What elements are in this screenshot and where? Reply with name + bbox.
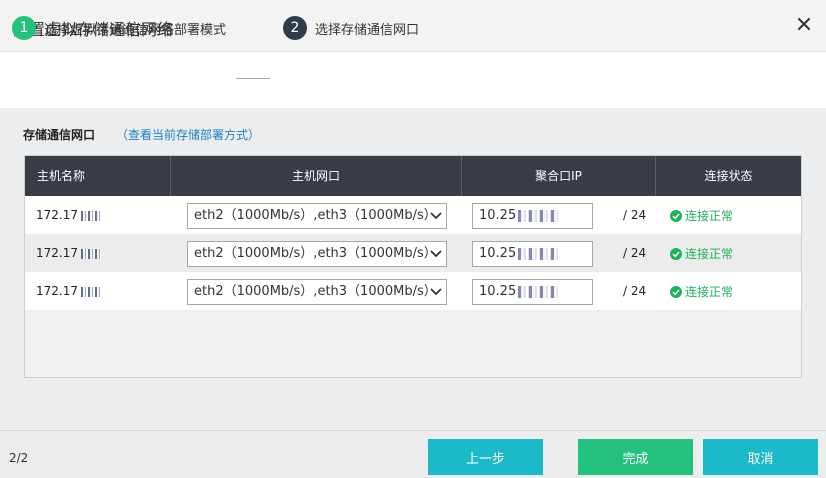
connection-status: 连接正常 (670, 245, 733, 262)
previous-step-button[interactable]: 上一步 (428, 439, 543, 475)
port-select[interactable]: eth2（1000Mb/s）,eth3（1000Mb/s） (187, 203, 447, 229)
page-indicator: 2/2 (9, 451, 29, 465)
ip-input[interactable]: 10.25 (472, 203, 593, 229)
connection-status: 连接正常 (670, 207, 733, 224)
chevron-down-icon (430, 288, 442, 296)
table-row: 172.17 eth2（1000Mb/s）,eth3（1000Mb/s） 10.… (25, 234, 801, 272)
table-row: 172.17 eth2（1000Mb/s）,eth3（1000Mb/s） 10.… (25, 196, 801, 234)
finish-button[interactable]: 完成 (578, 439, 693, 475)
chevron-down-icon (430, 212, 442, 220)
stepper (0, 52, 826, 108)
step-2: 2 选择存储通信网口 (283, 16, 419, 40)
redacted-mark (518, 247, 559, 260)
redacted-mark (81, 248, 101, 259)
ip-input[interactable]: 10.25 (472, 279, 593, 305)
check-circle-icon (670, 247, 682, 260)
host-name: 172.17 (36, 246, 101, 260)
port-select[interactable]: eth2（1000Mb/s）,eth3（1000Mb/s） (187, 241, 447, 267)
redacted-mark (518, 209, 559, 222)
redacted-mark (81, 286, 101, 297)
host-name: 172.17 (36, 284, 101, 298)
step-2-label: 选择存储通信网口 (315, 22, 420, 38)
column-header-ip: 聚合口IP (462, 156, 656, 196)
step-1-number: 1 (12, 16, 36, 40)
column-header-ports: 主机网口 (171, 156, 462, 196)
subnet-mask: / 24 (623, 208, 647, 222)
table-header: 主机名称 主机网口 聚合口IP 连接状态 (25, 156, 801, 196)
close-icon[interactable] (796, 16, 812, 32)
column-header-host: 主机名称 (25, 156, 171, 196)
ip-input[interactable]: 10.25 (472, 241, 593, 267)
connection-status: 连接正常 (670, 283, 733, 300)
ports-table: 主机名称 主机网口 聚合口IP 连接状态 172.17 eth2（1000Mb/… (24, 155, 802, 378)
dialog: 配置虚拟存储通信网络 1 选择虚拟存储通信网络部署模式 2 选择存储通信网口 存… (0, 0, 826, 478)
check-circle-icon (670, 209, 682, 222)
step-1: 1 选择虚拟存储通信网络部署模式 (12, 16, 226, 40)
subnet-mask: / 24 (623, 284, 647, 298)
check-circle-icon (670, 285, 682, 298)
port-select[interactable]: eth2（1000Mb/s）,eth3（1000Mb/s） (187, 279, 447, 305)
step-1-label: 选择虚拟存储通信网络部署模式 (44, 22, 227, 38)
view-deploy-mode-link[interactable]: （查看当前存储部署方式） (116, 127, 260, 143)
table-row: 172.17 eth2（1000Mb/s）,eth3（1000Mb/s） 10.… (25, 272, 801, 310)
cancel-button[interactable]: 取消 (703, 439, 818, 475)
redacted-mark (518, 285, 559, 298)
section-title: 存储通信网口 (23, 128, 96, 142)
dialog-footer: 2/2 上一步 完成 取消 (0, 430, 826, 478)
step-connector (236, 78, 270, 79)
host-name: 172.17 (36, 208, 101, 222)
redacted-mark (81, 210, 101, 221)
step-2-number: 2 (283, 16, 307, 40)
subnet-mask: / 24 (623, 246, 647, 260)
chevron-down-icon (430, 250, 442, 258)
column-header-status: 连接状态 (704, 169, 753, 183)
